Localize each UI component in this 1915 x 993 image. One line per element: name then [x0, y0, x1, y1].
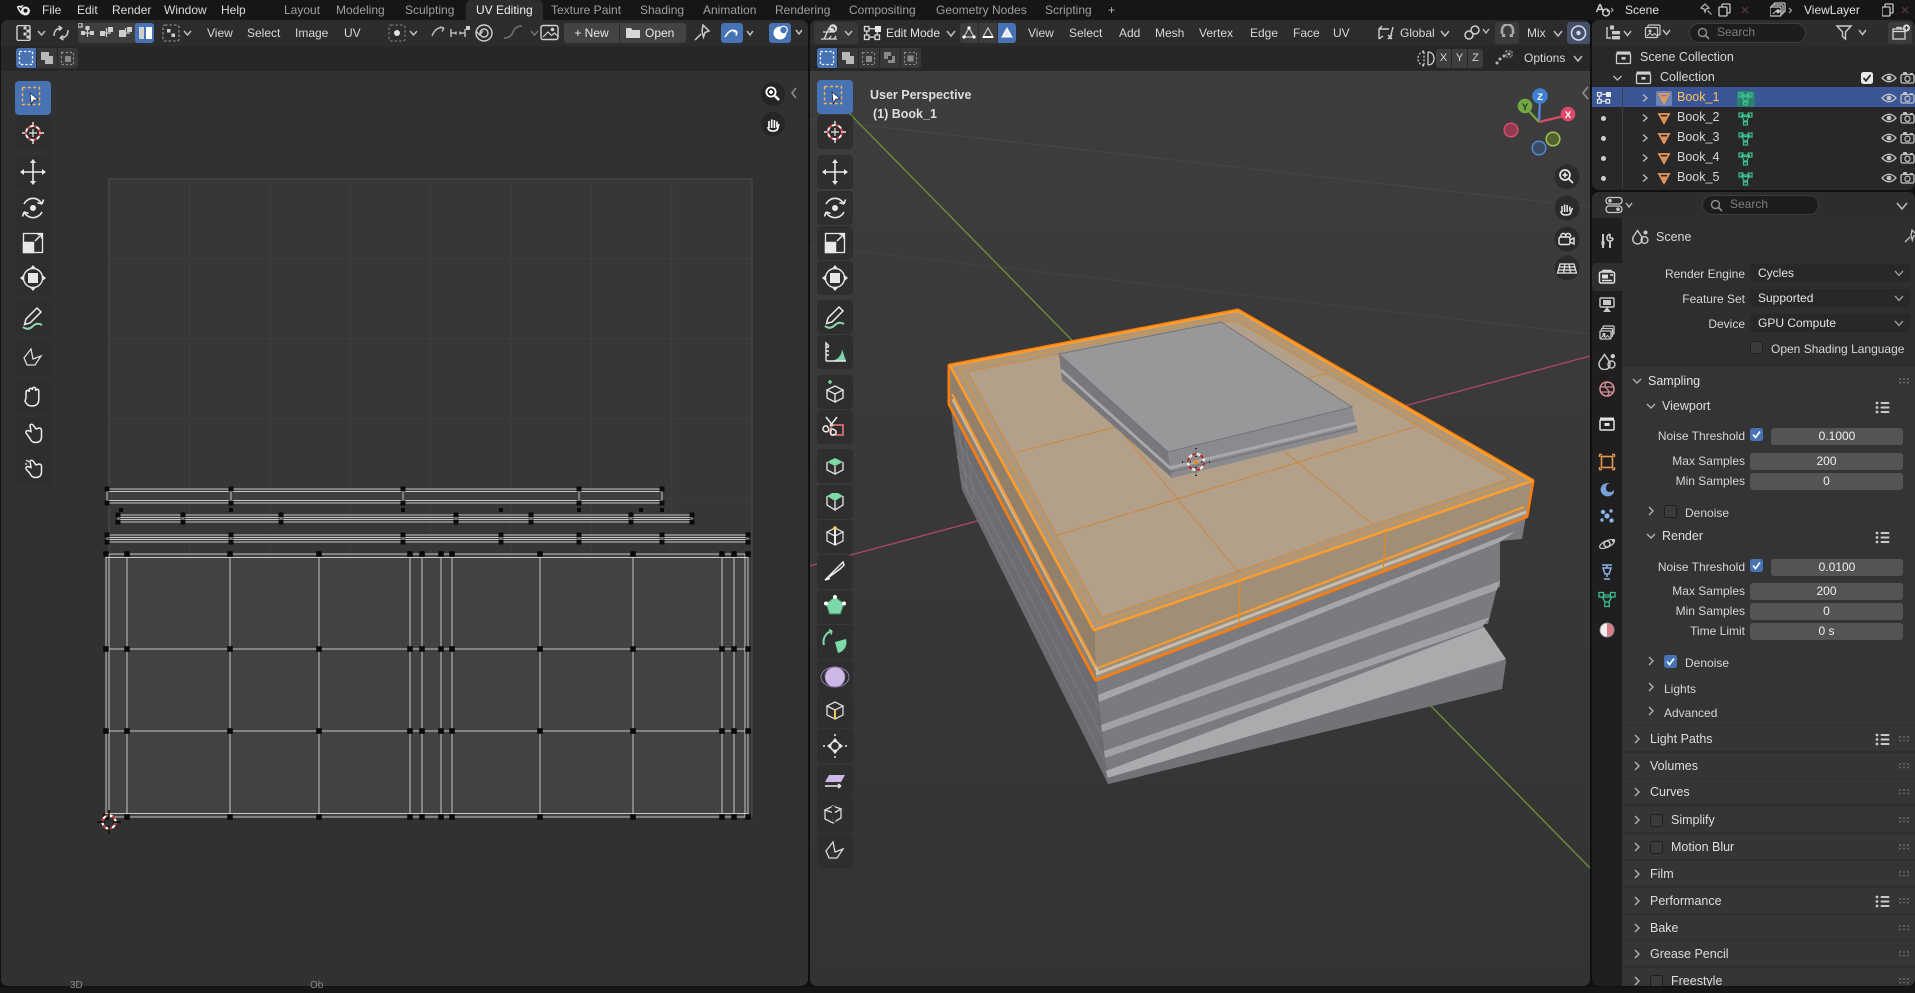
svg-text:Z: Z — [1537, 92, 1543, 103]
svg-text:X: X — [1565, 110, 1572, 121]
svg-text:Y: Y — [1522, 102, 1529, 113]
